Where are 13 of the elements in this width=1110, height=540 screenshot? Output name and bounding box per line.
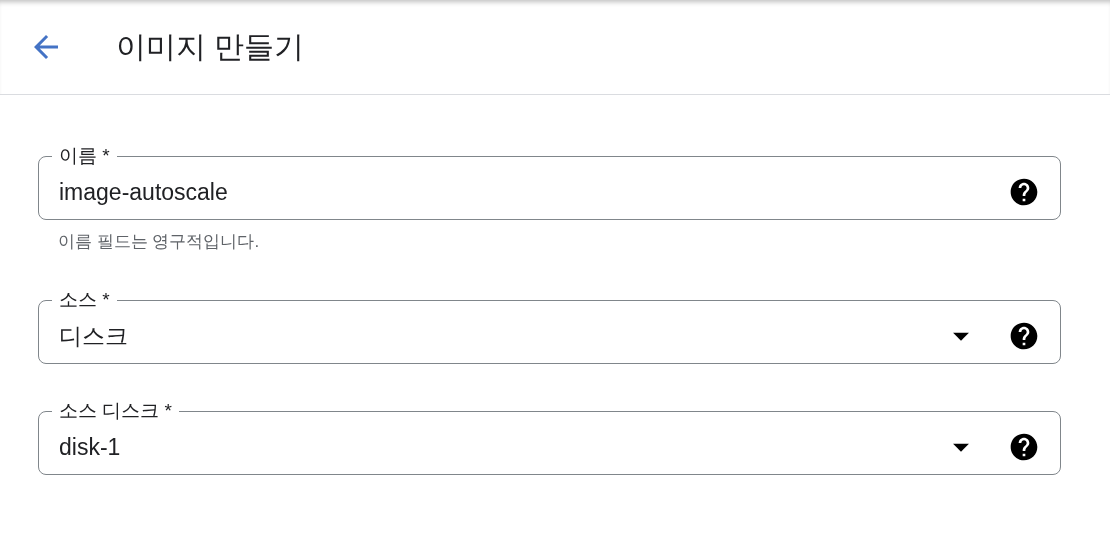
help-icon[interactable] — [1008, 320, 1040, 352]
field-label: 이름 * — [58, 145, 111, 167]
help-icon[interactable] — [1008, 176, 1040, 208]
field-label: 소스 * — [58, 289, 111, 311]
select-field[interactable]: 소스 디스크 * disk-1 — [38, 400, 1061, 475]
input-field[interactable]: 이름 * image-autoscale — [38, 145, 1061, 220]
field-value: image-autoscale — [59, 178, 229, 206]
help-icon[interactable] — [1008, 431, 1040, 463]
field-value: 디스크 — [59, 321, 129, 351]
helper-text: 이름 필드는 영구적입니다. — [57, 231, 261, 253]
field-value: disk-1 — [59, 433, 122, 461]
field-label: 소스 디스크 * — [58, 400, 173, 422]
page-title: 이미지 만들기 — [116, 28, 305, 65]
